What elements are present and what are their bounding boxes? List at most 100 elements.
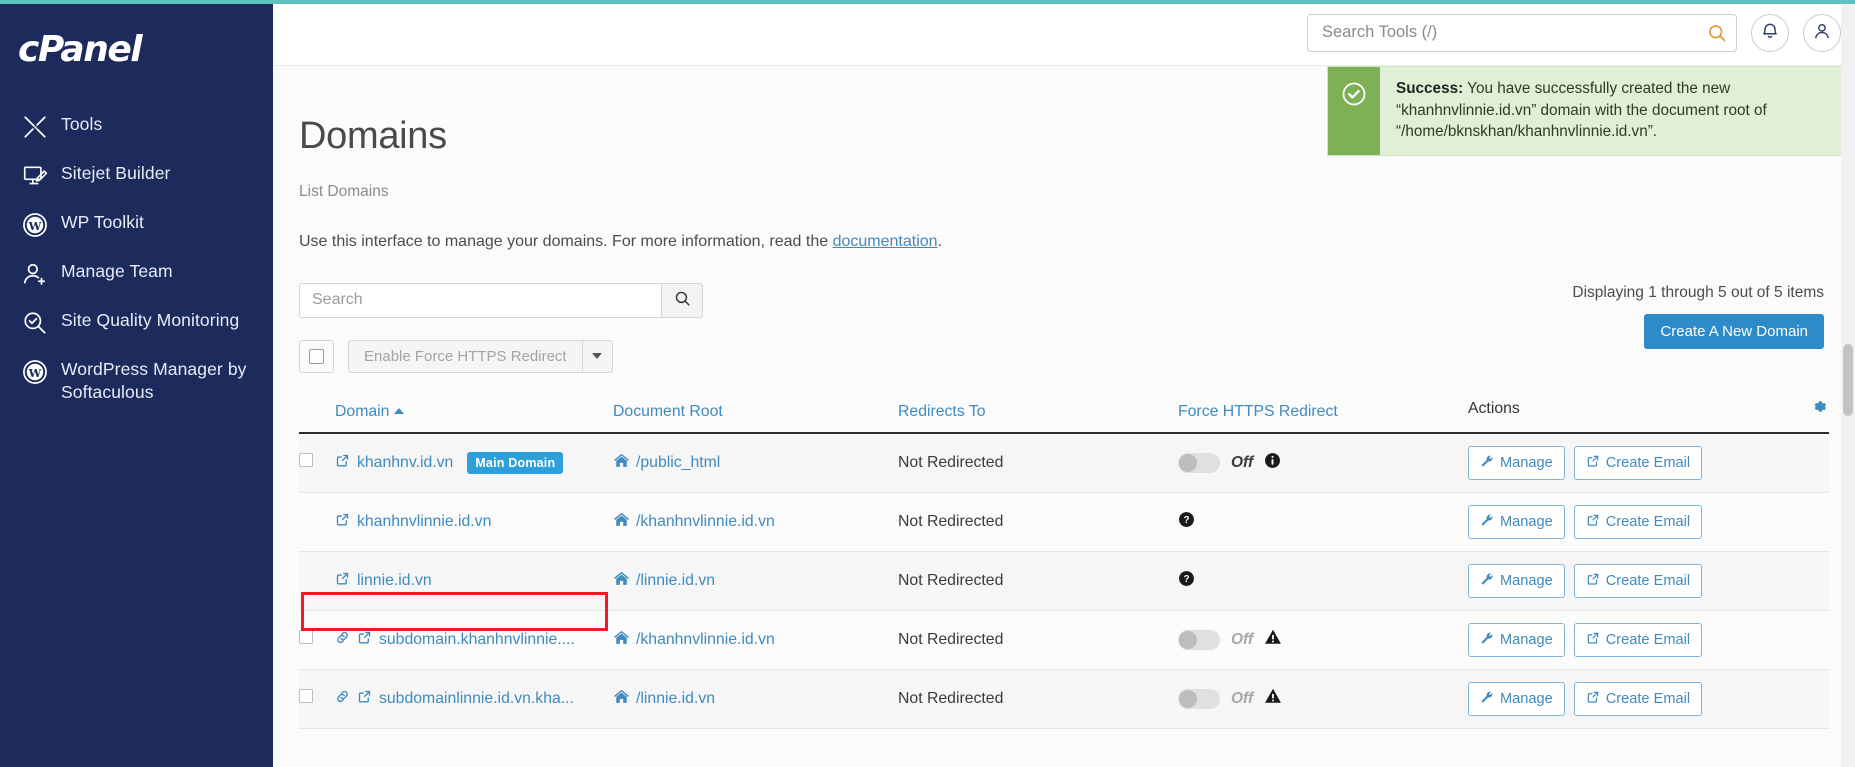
gear-icon[interactable] (1810, 397, 1829, 421)
column-label: Domain (335, 402, 390, 420)
row-domain-cell: khanhnv.id.vn Main Domain (335, 432, 613, 493)
row-document-root-cell: /linnie.id.vn (613, 551, 898, 611)
enable-force-https-button[interactable]: Enable Force HTTPS Redirect (348, 339, 583, 373)
sidebar-item-wordpress-manager[interactable]: W WordPress Manager by Softaculous (0, 347, 273, 416)
page-scrollbar[interactable] (1841, 4, 1855, 767)
domain-link[interactable]: khanhnvlinnie.id.vn (357, 513, 491, 531)
external-link-icon (1586, 631, 1600, 649)
row-checkbox[interactable] (299, 689, 313, 704)
manage-button[interactable]: Manage (1468, 563, 1565, 598)
warning-icon[interactable] (1264, 687, 1282, 710)
sidebar-item-site-quality-monitoring[interactable]: Site Quality Monitoring (0, 298, 273, 347)
create-email-button[interactable]: Create Email (1573, 563, 1703, 598)
user-icon (1812, 21, 1832, 44)
wrench-icon (1480, 513, 1494, 531)
external-link-icon (1586, 454, 1600, 472)
row-https-cell: Off (1178, 610, 1468, 670)
sidebar-item-label: WP Toolkit (61, 212, 145, 232)
table-body: khanhnv.id.vn Main Domain /public_html N… (299, 432, 1829, 729)
manage-button[interactable]: Manage (1468, 681, 1565, 716)
row-https-cell: ? (1178, 492, 1468, 552)
column-header-document-root[interactable]: Document Root (613, 390, 898, 434)
home-icon (613, 511, 630, 533)
table-head: Domain Document Root Redirects To Force … (299, 390, 1829, 434)
svg-text:W: W (28, 366, 42, 380)
create-email-button[interactable]: Create Email (1573, 622, 1703, 657)
row-actions-cell: Manage Create Email (1468, 492, 1829, 552)
column-header-force-https[interactable]: Force HTTPS Redirect (1178, 390, 1468, 434)
select-all-checkbox[interactable] (299, 339, 334, 373)
external-link-icon (335, 453, 350, 473)
manage-button[interactable]: Manage (1468, 504, 1565, 539)
manage-label: Manage (1500, 513, 1553, 530)
external-link-icon (1586, 572, 1600, 590)
toggle-state-label: Off (1231, 689, 1254, 707)
sidebar-item-manage-team[interactable]: Manage Team (0, 249, 273, 298)
create-email-button[interactable]: Create Email (1573, 681, 1703, 716)
https-button-group: Enable Force HTTPS Redirect (348, 339, 613, 373)
domain-link[interactable]: khanhnv.id.vn (357, 454, 453, 472)
svg-text:?: ? (1183, 574, 1189, 585)
table-row: khanhnvlinnie.id.vn /khanhnvlinnie.id.vn… (299, 492, 1829, 552)
create-new-domain-button[interactable]: Create A New Domain (1644, 314, 1824, 349)
scrollbar-thumb[interactable] (1843, 344, 1853, 416)
search-icon[interactable] (1701, 18, 1733, 48)
domain-link[interactable]: linnie.id.vn (357, 572, 432, 590)
force-https-toggle[interactable] (1178, 452, 1220, 473)
alert-label: Success: (1396, 80, 1464, 97)
home-icon (613, 629, 630, 651)
main-domain-badge: Main Domain (467, 451, 564, 474)
document-root-text: /khanhnvlinnie.id.vn (636, 630, 775, 648)
wrench-icon (1480, 690, 1494, 708)
svg-text:W: W (28, 219, 42, 233)
table-row: subdomainlinnie.id.vn.kha... /linnie.id.… (299, 669, 1829, 729)
info-icon[interactable] (1264, 452, 1281, 474)
row-checkbox[interactable] (299, 630, 313, 645)
external-link-icon (357, 689, 372, 709)
sidebar-item-label: Tools (61, 114, 103, 134)
row-checkbox-cell (299, 432, 335, 493)
domain-link[interactable]: subdomainlinnie.id.vn.kha... (379, 690, 574, 708)
magnifier-check-icon (22, 310, 48, 336)
row-checkbox-cell (299, 492, 335, 552)
documentation-link[interactable]: documentation (833, 233, 938, 250)
question-icon[interactable]: ? (1178, 511, 1195, 533)
create-email-button[interactable]: Create Email (1573, 445, 1703, 480)
displaying-count: Displaying 1 through 5 out of 5 items (1572, 284, 1824, 301)
manage-button[interactable]: Manage (1468, 445, 1565, 480)
question-icon[interactable]: ? (1178, 570, 1195, 592)
brand-logo[interactable]: cPanel (0, 4, 273, 102)
column-header-redirects-to[interactable]: Redirects To (898, 390, 1178, 434)
sidebar-item-tools[interactable]: Tools (0, 102, 273, 151)
sidebar-item-sitejet-builder[interactable]: Sitejet Builder (0, 151, 273, 200)
manage-button[interactable]: Manage (1468, 622, 1565, 657)
search-input[interactable] (1307, 13, 1737, 52)
create-email-button[interactable]: Create Email (1573, 504, 1703, 539)
manage-label: Manage (1500, 454, 1553, 471)
filter-search-button[interactable] (662, 282, 703, 318)
sidebar-item-wp-toolkit[interactable]: W WP Toolkit (0, 200, 273, 249)
domain-link[interactable]: subdomain.khanhnvlinnie.... (379, 631, 575, 649)
https-dropdown-toggle[interactable] (582, 339, 613, 373)
account-button[interactable] (1803, 13, 1841, 52)
force-https-toggle[interactable] (1178, 688, 1220, 709)
document-root-text: /linnie.id.vn (636, 571, 716, 589)
chain-link-icon (335, 689, 350, 709)
description-end: . (937, 232, 943, 250)
filter-search-input[interactable] (299, 282, 662, 318)
wrench-icon (1480, 631, 1494, 649)
toggle-knob (1179, 630, 1197, 649)
home-icon (613, 452, 630, 474)
manage-label: Manage (1500, 690, 1553, 707)
warning-icon[interactable] (1264, 628, 1282, 651)
manage-label: Manage (1500, 631, 1553, 648)
row-actions-cell: Manage Create Email (1468, 610, 1829, 670)
row-checkbox[interactable] (299, 453, 313, 468)
notifications-button[interactable] (1751, 13, 1789, 52)
wordpress-icon: W (22, 212, 48, 238)
toggle-state-label: Off (1231, 453, 1254, 471)
force-https-toggle[interactable] (1178, 629, 1220, 650)
column-header-domain[interactable]: Domain (335, 390, 613, 434)
main-area: Success: You have successfully created t… (273, 0, 1855, 767)
wrench-icon (1480, 454, 1494, 472)
